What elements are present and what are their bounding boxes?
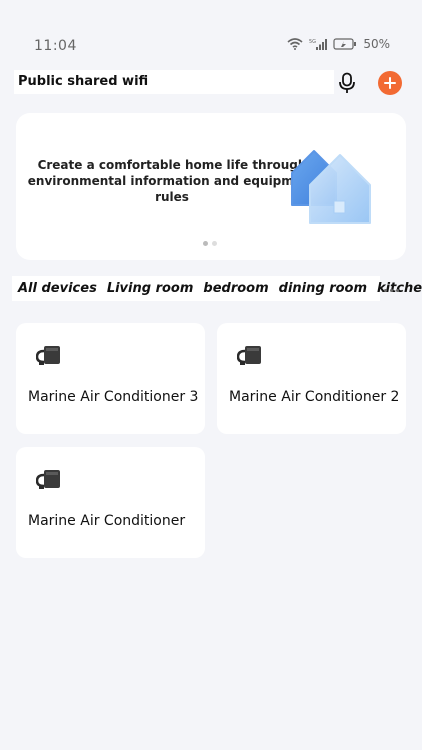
pagination-dot	[212, 241, 217, 246]
device-card[interactable]: Marine Air Conditioner	[16, 447, 205, 558]
banner-pagination	[203, 241, 217, 246]
device-name: Marine Air Conditioner 2	[229, 389, 400, 405]
plus-icon	[384, 77, 396, 89]
home-title[interactable]: Public shared wifi	[14, 70, 334, 94]
device-name: Marine Air Conditioner	[28, 513, 186, 529]
banner-text: Create a comfortable home life through e…	[27, 158, 317, 204]
more-tabs-button[interactable]	[380, 283, 402, 297]
status-icons: 5G 50%	[287, 37, 390, 51]
air-conditioner-icon	[36, 346, 60, 365]
tab-living-room[interactable]: Living room	[107, 281, 194, 296]
microphone-icon	[339, 72, 355, 93]
more-dot-icon	[389, 288, 393, 292]
tab-dining-room[interactable]: dining room	[279, 281, 367, 296]
svg-text:5G: 5G	[309, 39, 316, 45]
tab-all-devices[interactable]: All devices	[18, 281, 97, 296]
room-tabs: All devices Living room bedroom dining r…	[12, 276, 422, 301]
air-conditioner-icon	[237, 346, 261, 365]
device-card[interactable]: Marine Air Conditioner 2	[217, 323, 406, 434]
promo-banner[interactable]: Create a comfortable home life through e…	[16, 113, 406, 260]
pagination-dot-active	[203, 241, 208, 246]
more-dot-icon	[395, 288, 399, 292]
device-name: Marine Air Conditioner 3	[28, 389, 199, 405]
battery-icon	[333, 38, 357, 50]
top-row: Public shared wifi	[14, 70, 408, 96]
device-card[interactable]: Marine Air Conditioner 3	[16, 323, 205, 434]
house-illustration-icon	[291, 150, 371, 224]
battery-percent: 50%	[363, 37, 390, 51]
wifi-icon	[287, 38, 303, 50]
add-button[interactable]	[378, 71, 402, 95]
status-time: 11:04	[34, 38, 77, 54]
tab-bedroom[interactable]: bedroom	[203, 281, 268, 296]
signal-icon: 5G	[309, 39, 328, 50]
more-dot-icon	[383, 288, 387, 292]
air-conditioner-icon	[36, 470, 60, 489]
microphone-button[interactable]	[336, 71, 358, 95]
